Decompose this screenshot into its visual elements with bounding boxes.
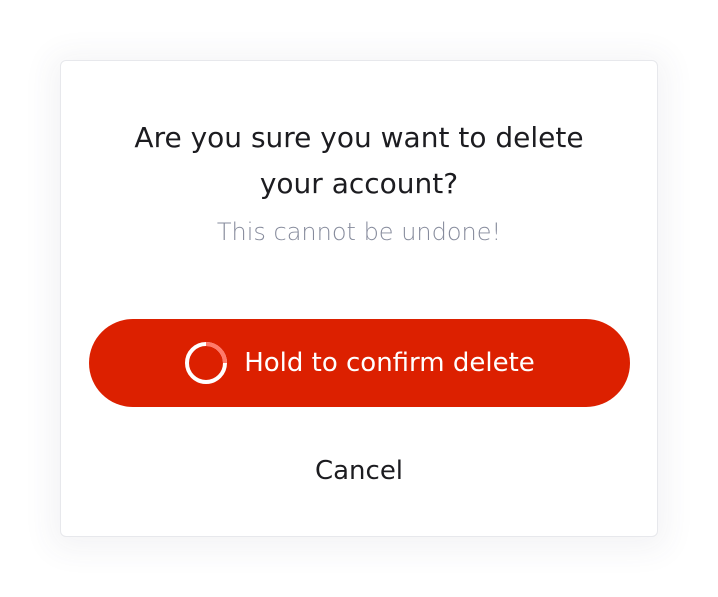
dialog-subtitle: This cannot be undone! (216, 218, 502, 246)
page-backdrop: Are you sure you want to delete your acc… (0, 0, 718, 597)
delete-account-dialog: Are you sure you want to delete your acc… (60, 60, 658, 537)
hold-button-label: Hold to confirm delete (244, 348, 535, 378)
dialog-title: Are you sure you want to delete your acc… (134, 121, 584, 200)
cancel-button[interactable]: Cancel (259, 451, 459, 491)
hold-to-confirm-delete-button[interactable]: Hold to confirm delete (89, 319, 630, 407)
progress-ring-icon (184, 341, 228, 385)
